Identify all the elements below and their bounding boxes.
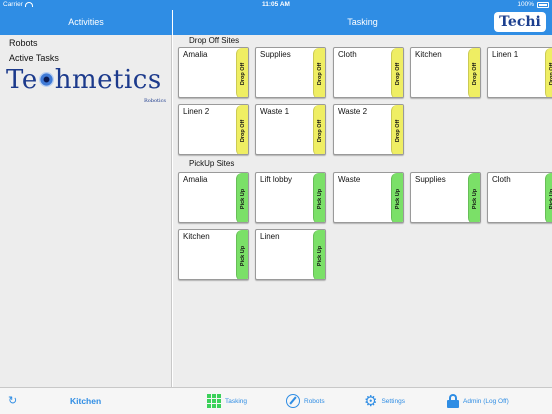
drop-off-tab: Drop Off: [236, 105, 248, 154]
gears-icon: ⚙: [364, 392, 378, 410]
activities-title: Activities: [68, 17, 104, 27]
brand-subtitle: Robotics: [144, 98, 166, 104]
pick-up-card[interactable]: Cloth Pick Up: [487, 172, 552, 223]
techi-logo: Techi: [494, 12, 546, 32]
site-label: Waste 2: [338, 107, 368, 116]
pick-up-tab: Pick Up: [468, 173, 480, 222]
pick-up-tab: Pick Up: [236, 230, 248, 279]
tasking-panel: Drop Off Sites Amalia Drop Off Supplies …: [173, 35, 552, 387]
drop-off-title: Drop Off Sites: [189, 36, 240, 45]
drop-off-tab: Drop Off: [313, 48, 325, 97]
site-label: Kitchen: [415, 50, 442, 59]
site-label: Amalia: [183, 50, 208, 59]
drop-off-tab: Drop Off: [468, 48, 480, 97]
site-label: Kitchen: [183, 232, 210, 241]
sidebar-item-robots[interactable]: Robots: [9, 38, 38, 48]
techmetics-logo: Te hmetics: [6, 65, 162, 95]
pick-up-tab: Pick Up: [391, 173, 403, 222]
sidebar-item-active-tasks[interactable]: Active Tasks: [9, 53, 59, 63]
drop-off-tab: Drop Off: [391, 48, 403, 97]
tab-tasking-label: Tasking: [225, 397, 248, 405]
tab-settings-label: Settings: [381, 397, 405, 405]
site-label: Linen 1: [492, 50, 519, 59]
drop-off-card[interactable]: Linen 1 Drop Off: [487, 47, 552, 98]
tab-admin-label: Admin (Log Off): [463, 397, 509, 405]
pick-up-card[interactable]: Kitchen Pick Up: [178, 229, 249, 280]
tab-settings[interactable]: ⚙ Settings: [364, 391, 405, 411]
site-label: Waste: [338, 175, 361, 184]
drop-off-card[interactable]: Waste 1 Drop Off: [255, 104, 326, 155]
current-location-label[interactable]: Kitchen: [70, 396, 101, 406]
pick-up-card[interactable]: Amalia Pick Up: [178, 172, 249, 223]
bottom-tab-bar: ↻ Kitchen Tasking Robots ⚙ Settings Admi…: [0, 387, 552, 414]
tab-admin[interactable]: Admin (Log Off): [447, 391, 509, 411]
drop-off-card[interactable]: Cloth Drop Off: [333, 47, 404, 98]
pick-up-card[interactable]: Linen Pick Up: [255, 229, 326, 280]
pick-up-card[interactable]: Supplies Pick Up: [410, 172, 481, 223]
activities-nav-bar: Activities: [0, 10, 172, 35]
pick-up-card[interactable]: Waste Pick Up: [333, 172, 404, 223]
drop-off-card[interactable]: Amalia Drop Off: [178, 47, 249, 98]
tab-robots[interactable]: Robots: [286, 391, 325, 411]
tab-tasking[interactable]: Tasking: [207, 391, 247, 411]
status-time: 11:05 AM: [262, 1, 290, 8]
battery-icon: [537, 2, 549, 8]
sidebar: Robots Active Tasks Te hmetics Robotics: [0, 35, 172, 387]
drop-off-card[interactable]: Kitchen Drop Off: [410, 47, 481, 98]
tab-robots-label: Robots: [304, 397, 325, 405]
drop-off-tab: Drop Off: [313, 105, 325, 154]
pick-up-tab: Pick Up: [236, 173, 248, 222]
eye-icon: [38, 72, 54, 87]
site-label: Amalia: [183, 175, 208, 184]
site-label: Cloth: [338, 50, 357, 59]
site-label: Supplies: [415, 175, 446, 184]
drop-off-card[interactable]: Waste 2 Drop Off: [333, 104, 404, 155]
pick-up-tab: Pick Up: [313, 173, 325, 222]
drop-off-card[interactable]: Supplies Drop Off: [255, 47, 326, 98]
grid-icon: [207, 394, 221, 408]
status-battery-text: 100%: [517, 1, 534, 8]
pick-up-title: PickUp Sites: [189, 159, 235, 168]
drop-off-tab: Drop Off: [236, 48, 248, 97]
drop-off-card[interactable]: Linen 2 Drop Off: [178, 104, 249, 155]
tasking-title: Tasking: [347, 17, 378, 27]
site-label: Lift lobby: [260, 175, 293, 184]
pick-up-card[interactable]: Lift lobby Pick Up: [255, 172, 326, 223]
lock-icon: [447, 394, 459, 408]
site-label: Linen 2: [183, 107, 210, 116]
tasking-nav-bar: Tasking Techi: [173, 10, 552, 35]
site-label: Waste 1: [260, 107, 290, 116]
pick-up-tab: Pick Up: [313, 230, 325, 279]
refresh-icon[interactable]: ↻: [8, 394, 17, 407]
pick-up-tab: Pick Up: [545, 173, 552, 222]
drop-off-tab: Drop Off: [391, 105, 403, 154]
site-label: Supplies: [260, 50, 291, 59]
drop-off-tab: Drop Off: [545, 48, 552, 97]
site-label: Linen: [260, 232, 280, 241]
status-bar: Carrier 11:05 AM 100%: [0, 0, 552, 10]
compass-icon: [286, 394, 300, 408]
site-label: Cloth: [492, 175, 511, 184]
